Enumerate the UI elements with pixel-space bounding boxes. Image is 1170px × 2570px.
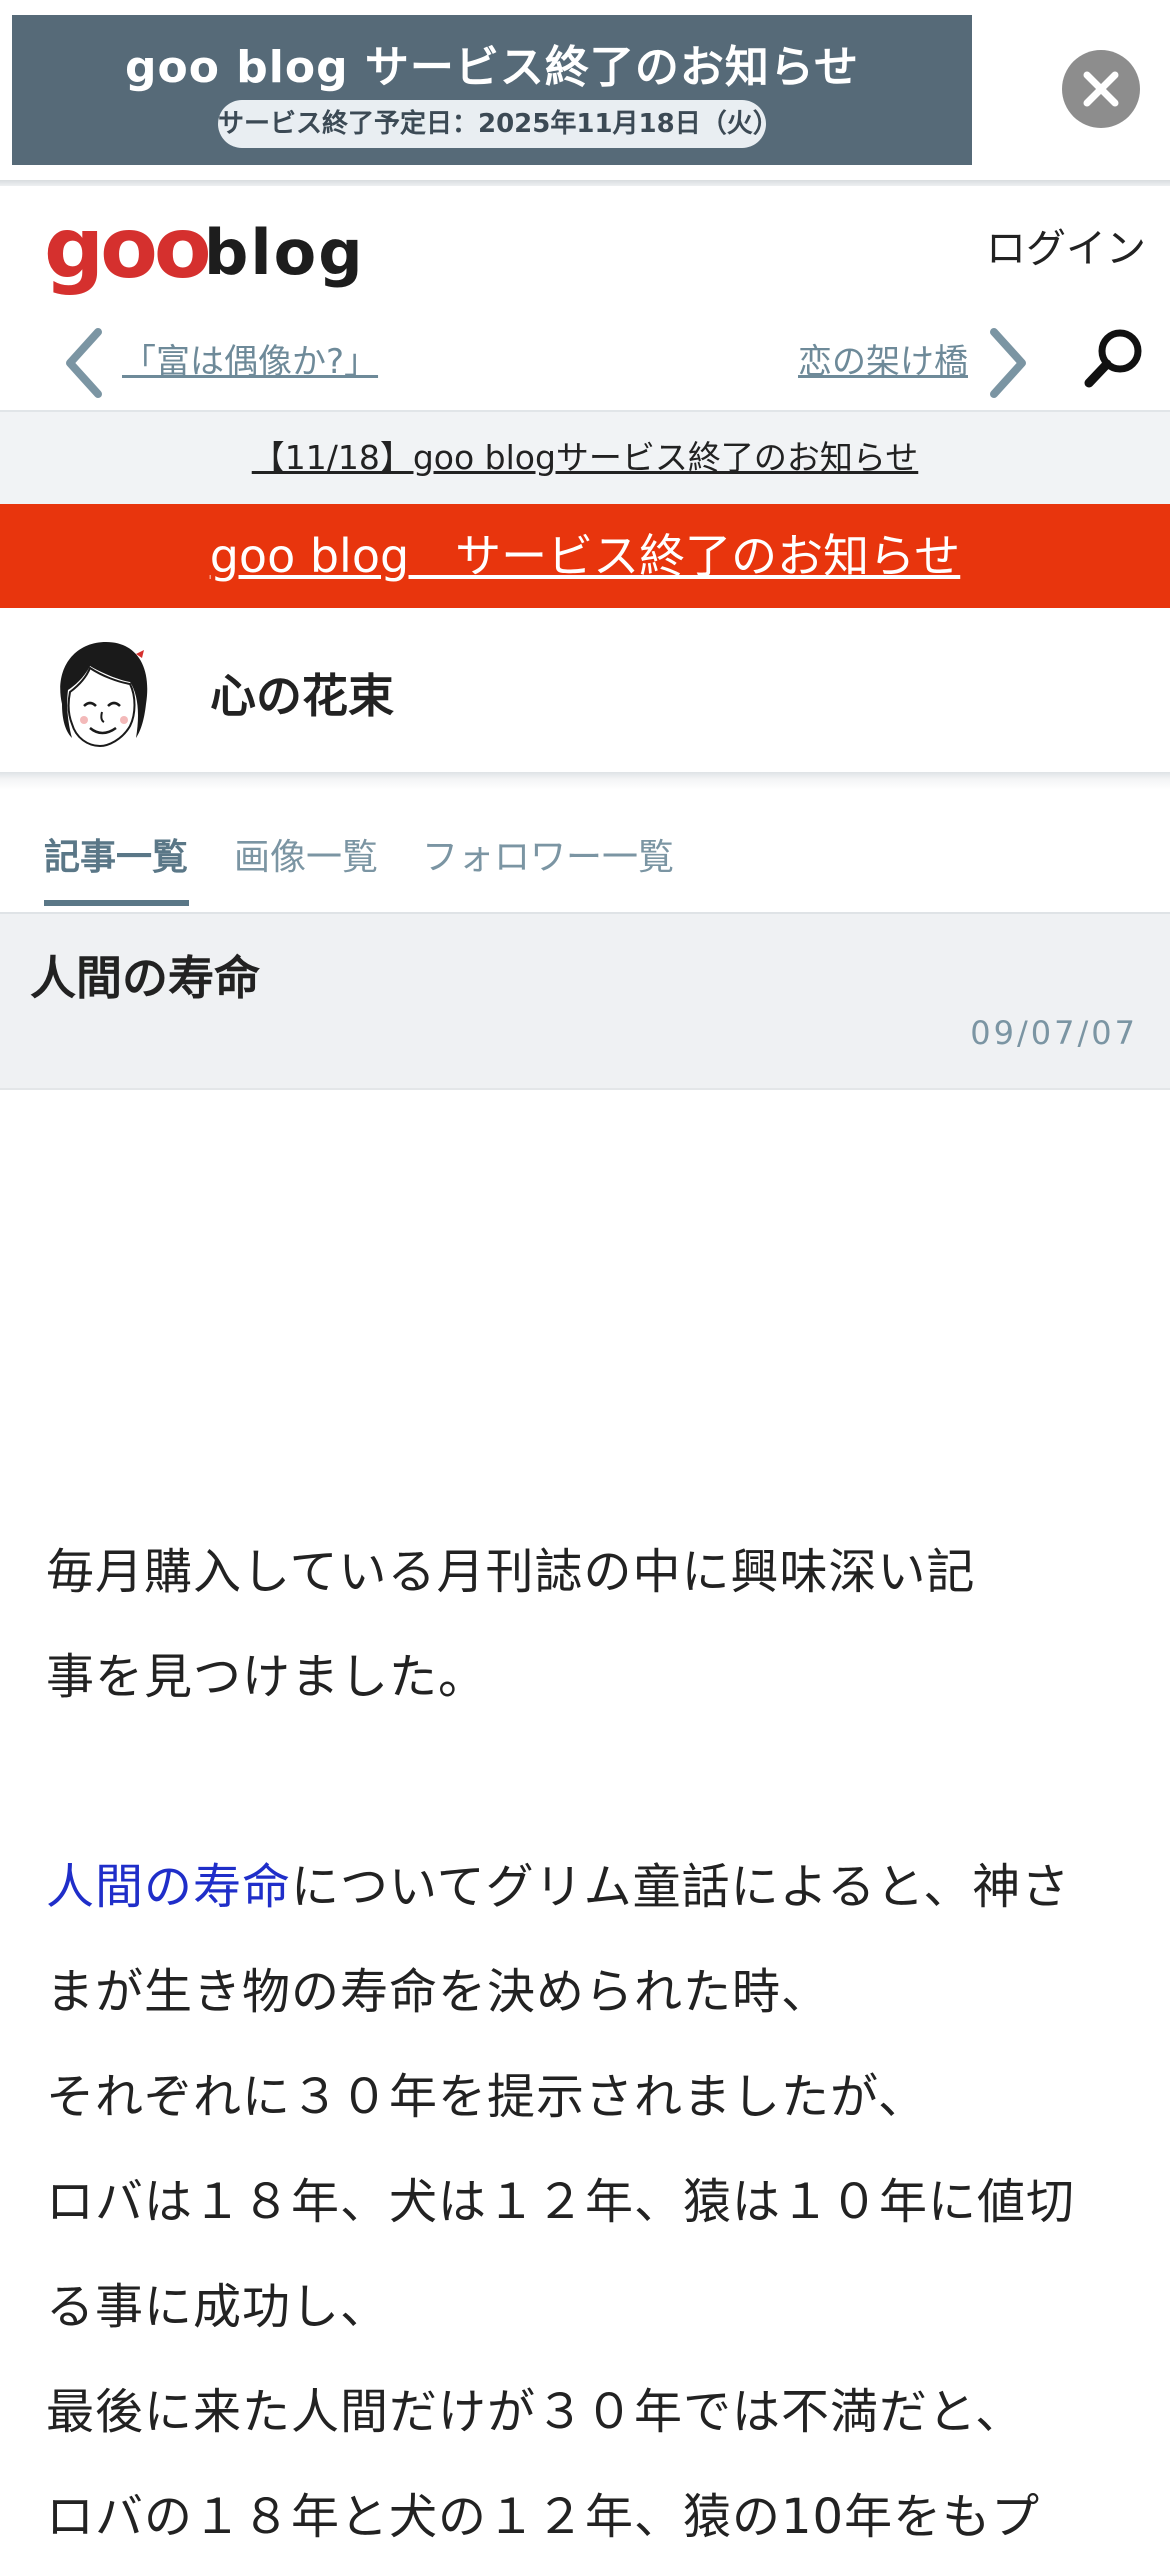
- announcement-link[interactable]: goo blog サービス終了のお知らせ: [210, 529, 961, 583]
- banner-image[interactable]: goo blog サービス終了のお知らせ サービス終了予定日：2025年11月1…: [12, 15, 972, 165]
- blog-name[interactable]: 心の花束: [210, 660, 394, 726]
- notice-bar: 【11/18】goo blogサービス終了のお知らせ: [0, 412, 1170, 504]
- announcement-bar: goo blog サービス終了のお知らせ: [0, 504, 1170, 608]
- banner-title: goo blog サービス終了のお知らせ: [124, 42, 859, 93]
- article-date: 09/07/07: [970, 1014, 1138, 1052]
- article-header: 人間の寿命 09/07/07: [0, 914, 1170, 1090]
- body-line: る事に成功し、: [46, 2279, 390, 2335]
- active-tab-indicator: [44, 900, 189, 906]
- site-header: goo blog ログイン 「富は偶像か?」 恋の架け橋: [0, 186, 1170, 412]
- logo-blog: blog: [204, 216, 365, 289]
- body-line: まが生き物の寿命を決められた時、: [46, 1964, 831, 2020]
- chevron-right-icon[interactable]: [986, 326, 1032, 400]
- body-line: それぞれに３０年を提示されましたが、: [46, 2069, 928, 2125]
- body-line: ロバは１８年、犬は１２年、猿は１０年に値切: [46, 2174, 1076, 2230]
- tab-followers[interactable]: フォロワー一覧: [422, 828, 674, 880]
- body-line: 人間の寿命についてグリム童話によると、神さ: [46, 1835, 1126, 1940]
- notice-link[interactable]: 【11/18】goo blogサービス終了のお知らせ: [252, 438, 919, 477]
- article-title: 人間の寿命: [30, 951, 260, 1005]
- login-link[interactable]: ログイン: [986, 216, 1146, 274]
- profile-divider: [0, 772, 1170, 790]
- close-icon: [1083, 71, 1119, 107]
- body-line: 最後に来た人間だけが３０年では不満だと、: [46, 2384, 1025, 2440]
- body-text: についてグリム童話によると、神さ: [291, 1859, 1071, 1915]
- article-keyword-link[interactable]: 人間の寿命: [46, 1859, 291, 1915]
- banner-close-button[interactable]: [1062, 50, 1140, 128]
- prev-article-link[interactable]: 「富は偶像か?」: [122, 334, 378, 383]
- service-end-banner[interactable]: goo blog サービス終了のお知らせ サービス終了予定日：2025年11月1…: [0, 0, 1170, 180]
- logo-goo: goo: [44, 199, 212, 297]
- tab-images[interactable]: 画像一覧: [234, 828, 378, 880]
- banner-end-date: サービス終了予定日：2025年11月18日（火）: [218, 100, 779, 148]
- chevron-left-icon[interactable]: [60, 326, 106, 400]
- search-icon[interactable]: [1082, 324, 1148, 390]
- tab-articles[interactable]: 記事一覧: [44, 828, 188, 880]
- article-body: 毎月購入している月刊誌の中に興味深い記 事を見つけました。 人間の寿命についてグ…: [46, 1520, 1126, 2570]
- body-line: 毎月購入している月刊誌の中に興味深い記: [46, 1544, 976, 1600]
- avatar[interactable]: [44, 634, 164, 754]
- body-line: 事を見つけました。: [46, 1649, 488, 1705]
- blog-profile: 心の花束: [0, 608, 1170, 772]
- blog-tabs: 記事一覧 画像一覧 フォロワー一覧: [0, 790, 1170, 914]
- next-article-link[interactable]: 恋の架け橋: [798, 334, 968, 383]
- body-line: ロバの１８年と犬の１２年、猿の10年をもプ: [46, 2489, 1041, 2545]
